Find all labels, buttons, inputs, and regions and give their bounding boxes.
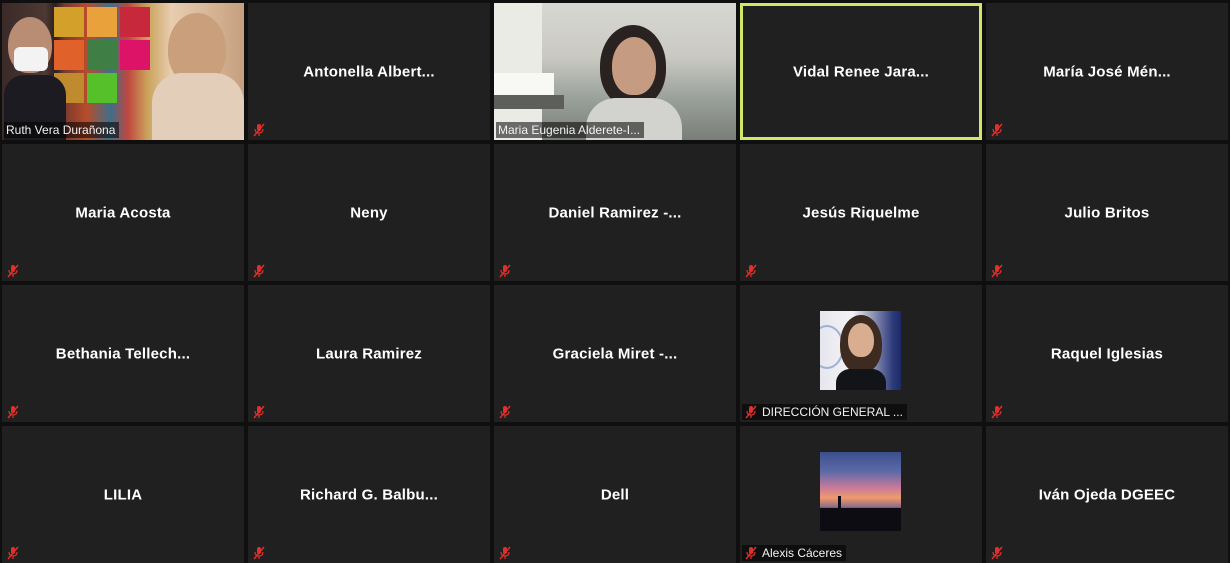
participant-tile-direccion-general[interactable]: DIRECCIÓN GENERAL ... [740,285,982,422]
muted-microphone-icon [7,264,19,278]
muted-microphone-icon [499,405,511,419]
participant-name-label: Maria Eugenia Alderete-I... [496,122,645,138]
participant-name: Antonella Albert... [303,63,435,80]
participant-name: Julio Britos [1064,204,1150,221]
participant-name: Graciela Miret -... [552,345,678,362]
participant-name-label: DIRECCIÓN GENERAL ... [742,404,907,420]
participant-tile-julio[interactable]: Julio Britos [986,144,1228,281]
participant-tile-antonella[interactable]: Antonella Albert... [248,3,490,140]
participant-tile-alexis[interactable]: Alexis Cáceres [740,426,982,563]
muted-microphone-icon [991,546,1003,560]
participant-name: Iván Ojeda DGEEC [1038,486,1176,503]
participant-tile-ivan[interactable]: Iván Ojeda DGEEC [986,426,1228,563]
muted-microphone-icon [745,264,757,278]
participant-name: Daniel Ramirez -... [548,204,682,221]
participant-name: Neny [350,204,388,221]
muted-microphone-icon [745,546,757,560]
participant-name: Bethania Tellech... [55,345,191,362]
participant-tile-maria-eugenia[interactable]: Maria Eugenia Alderete-I... [494,3,736,140]
muted-microphone-icon [499,546,511,560]
participant-name-label: Ruth Vera Durañona [4,122,120,138]
participant-tile-jesus[interactable]: Jesús Riquelme [740,144,982,281]
participant-video [2,3,244,140]
participant-name: Ruth Vera Durañona [6,123,116,137]
participant-name-label: Alexis Cáceres [742,545,847,561]
participant-tile-graciela[interactable]: Graciela Miret -... [494,285,736,422]
participant-name: Laura Ramirez [316,345,422,362]
muted-microphone-icon [7,405,19,419]
participant-name: Raquel Iglesias [1050,345,1164,362]
participant-tile-neny[interactable]: Neny [248,144,490,281]
muted-microphone-icon [745,405,757,419]
participant-name: Maria Acosta [75,204,171,221]
participant-tile-raquel[interactable]: Raquel Iglesias [986,285,1228,422]
muted-microphone-icon [253,405,265,419]
participant-name: Vidal Renee Jara... [792,63,930,80]
participant-gallery: Ruth Vera Durañona Antonella Albert... M… [0,0,1230,563]
muted-microphone-icon [991,123,1003,137]
muted-microphone-icon [253,264,265,278]
participant-tile-lilia[interactable]: LILIA [2,426,244,563]
participant-name: Dell [600,486,630,503]
participant-name: Maria Eugenia Alderete-I... [498,123,641,137]
participant-name: Alexis Cáceres [762,546,843,560]
profile-photo [820,311,901,390]
participant-tile-maria-acosta[interactable]: Maria Acosta [2,144,244,281]
participant-name: DIRECCIÓN GENERAL ... [762,405,903,419]
participant-tile-dell[interactable]: Dell [494,426,736,563]
participant-name: Richard G. Balbu... [300,486,438,503]
participant-name: Jesús Riquelme [802,204,920,221]
muted-microphone-icon [499,264,511,278]
participant-tile-vidal-active-speaker[interactable]: Vidal Renee Jara... [740,3,982,140]
muted-microphone-icon [991,264,1003,278]
profile-photo [820,452,901,531]
participant-tile-maria-jose[interactable]: María José Mén... [986,3,1228,140]
muted-microphone-icon [253,123,265,137]
muted-microphone-icon [253,546,265,560]
participant-name: LILIA [103,486,143,503]
participant-video [494,3,736,140]
participant-tile-ruth[interactable]: Ruth Vera Durañona [2,3,244,140]
participant-tile-daniel[interactable]: Daniel Ramirez -... [494,144,736,281]
participant-name: María José Mén... [1043,63,1171,80]
muted-microphone-icon [7,546,19,560]
participant-tile-richard[interactable]: Richard G. Balbu... [248,426,490,563]
participant-tile-bethania[interactable]: Bethania Tellech... [2,285,244,422]
participant-tile-laura[interactable]: Laura Ramirez [248,285,490,422]
muted-microphone-icon [991,405,1003,419]
